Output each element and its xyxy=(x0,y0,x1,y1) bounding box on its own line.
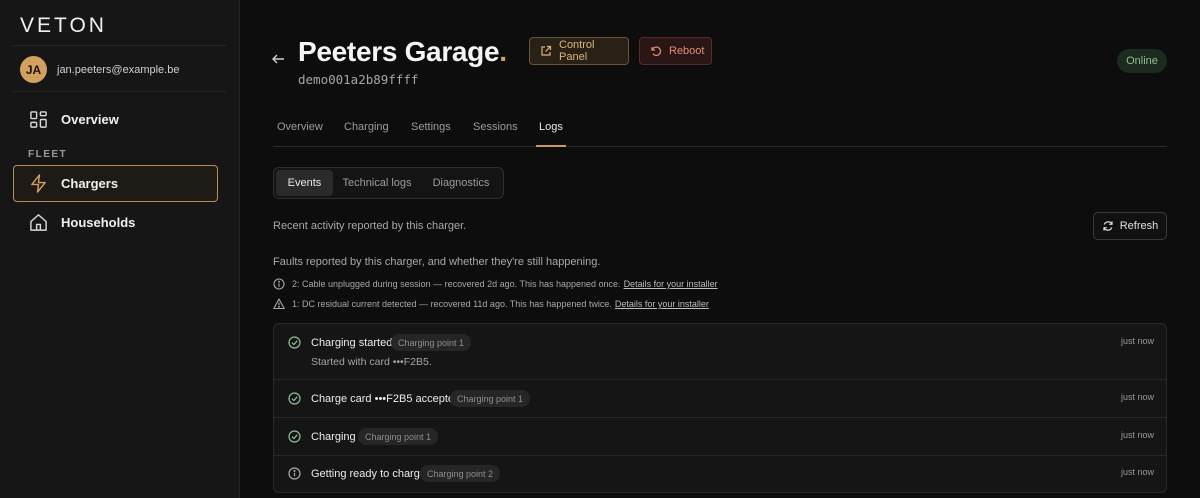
charging-point-chip: Charging point 2 xyxy=(420,465,501,482)
sidebar-divider xyxy=(13,45,226,46)
external-link-icon xyxy=(540,45,552,57)
charging-point-chip: Charging point 1 xyxy=(450,390,531,407)
lightning-icon xyxy=(29,174,48,193)
sidebar-item-chargers[interactable]: Chargers xyxy=(13,165,218,202)
logo: VETON xyxy=(20,14,107,37)
installer-details-link[interactable]: Details for your installer xyxy=(615,299,709,309)
check-circle-icon xyxy=(288,430,301,443)
faults-title: Faults reported by this charger, and whe… xyxy=(273,256,601,268)
installer-details-link[interactable]: Details for your installer xyxy=(624,279,718,289)
page-title: Peeters Garage. xyxy=(298,36,507,67)
back-button[interactable] xyxy=(271,52,285,66)
warning-icon xyxy=(273,298,285,310)
tab-charging[interactable]: Charging xyxy=(341,108,392,146)
arrow-left-icon xyxy=(271,52,285,66)
section-label-fleet: FLEET xyxy=(28,149,68,160)
event-time: just now xyxy=(1120,430,1154,440)
event-row[interactable]: Charging Charging point 1 just now xyxy=(274,418,1166,456)
rotate-ccw-icon xyxy=(650,45,662,57)
logs-subtabs: Events Technical logs Diagnostics xyxy=(273,167,504,199)
subtab-diagnostics[interactable]: Diagnostics xyxy=(422,170,500,196)
refresh-button[interactable]: Refresh xyxy=(1093,212,1167,240)
avatar: JA xyxy=(20,56,47,83)
home-icon xyxy=(29,213,48,232)
fault-item: 1: DC residual current detected — recove… xyxy=(273,298,709,310)
event-title: Getting ready to charge xyxy=(311,468,426,480)
event-row[interactable]: Getting ready to charge Charging point 2… xyxy=(274,456,1166,492)
events-list: Charging started Charging point 1 Starte… xyxy=(273,323,1167,493)
event-row[interactable]: Charge card •••F2B5 accepted Charging po… xyxy=(274,380,1166,418)
event-time: just now xyxy=(1120,392,1154,402)
user-email: jan.peeters@example.be xyxy=(57,63,180,76)
event-title: Charging xyxy=(311,431,356,443)
event-time: just now xyxy=(1120,467,1154,477)
check-circle-icon xyxy=(288,336,301,349)
subtab-events[interactable]: Events xyxy=(276,170,333,196)
sidebar-item-overview[interactable]: Overview xyxy=(13,101,218,138)
event-row[interactable]: Charging started Charging point 1 Starte… xyxy=(274,324,1166,380)
refresh-icon xyxy=(1102,220,1114,232)
tab-bar: Overview Charging Settings Sessions Logs xyxy=(273,108,1167,147)
info-circle-icon xyxy=(288,467,301,480)
status-badge: Online xyxy=(1117,49,1167,73)
sidebar: VETON JA jan.peeters@example.be Overview… xyxy=(0,0,240,498)
sidebar-item-households[interactable]: Households xyxy=(13,204,218,241)
sidebar-item-label: Households xyxy=(61,215,136,230)
event-time: just now xyxy=(1120,336,1154,346)
check-circle-icon xyxy=(288,392,301,405)
sidebar-item-label: Overview xyxy=(61,112,119,127)
charging-point-chip: Charging point 1 xyxy=(358,428,439,445)
user-profile[interactable]: JA jan.peeters@example.be xyxy=(20,56,179,83)
event-title: Charging started xyxy=(311,337,393,349)
info-icon xyxy=(273,278,285,290)
control-panel-button[interactable]: Control Panel xyxy=(529,37,629,65)
event-subtitle: Started with card •••F2B5. xyxy=(311,356,432,368)
sidebar-item-label: Chargers xyxy=(61,176,119,191)
charging-point-chip: Charging point 1 xyxy=(391,334,472,351)
event-title: Charge card •••F2B5 accepted xyxy=(311,393,461,405)
subtab-technical-logs[interactable]: Technical logs xyxy=(336,170,418,196)
events-description: Recent activity reported by this charger… xyxy=(273,220,467,232)
title-accent-dot: . xyxy=(499,36,507,67)
tab-overview[interactable]: Overview xyxy=(274,108,326,146)
device-id: demo001a2b89ffff xyxy=(298,72,419,87)
reboot-button[interactable]: Reboot xyxy=(639,37,712,65)
grid-icon xyxy=(29,110,48,129)
fault-item: 2: Cable unplugged during session — reco… xyxy=(273,278,718,290)
sidebar-divider xyxy=(13,91,226,92)
tab-settings[interactable]: Settings xyxy=(408,108,454,146)
tab-sessions[interactable]: Sessions xyxy=(470,108,521,146)
tab-logs[interactable]: Logs xyxy=(536,108,566,147)
